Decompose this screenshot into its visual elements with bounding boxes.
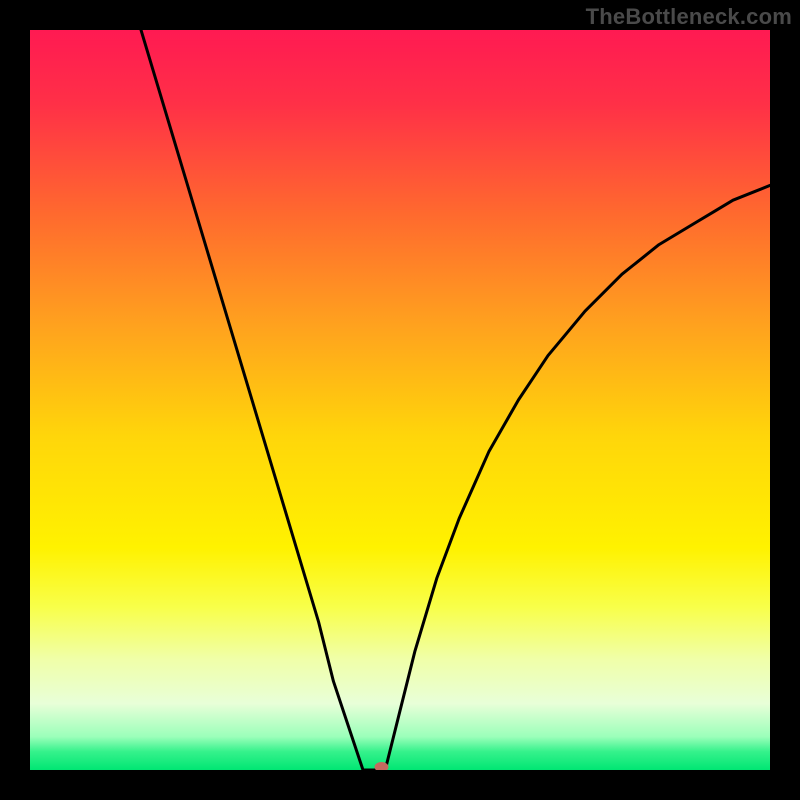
gradient-background	[30, 30, 770, 770]
watermark-text: TheBottleneck.com	[586, 4, 792, 30]
bottleneck-curve-chart	[30, 30, 770, 770]
plot-area	[30, 30, 770, 770]
chart-frame: TheBottleneck.com	[0, 0, 800, 800]
